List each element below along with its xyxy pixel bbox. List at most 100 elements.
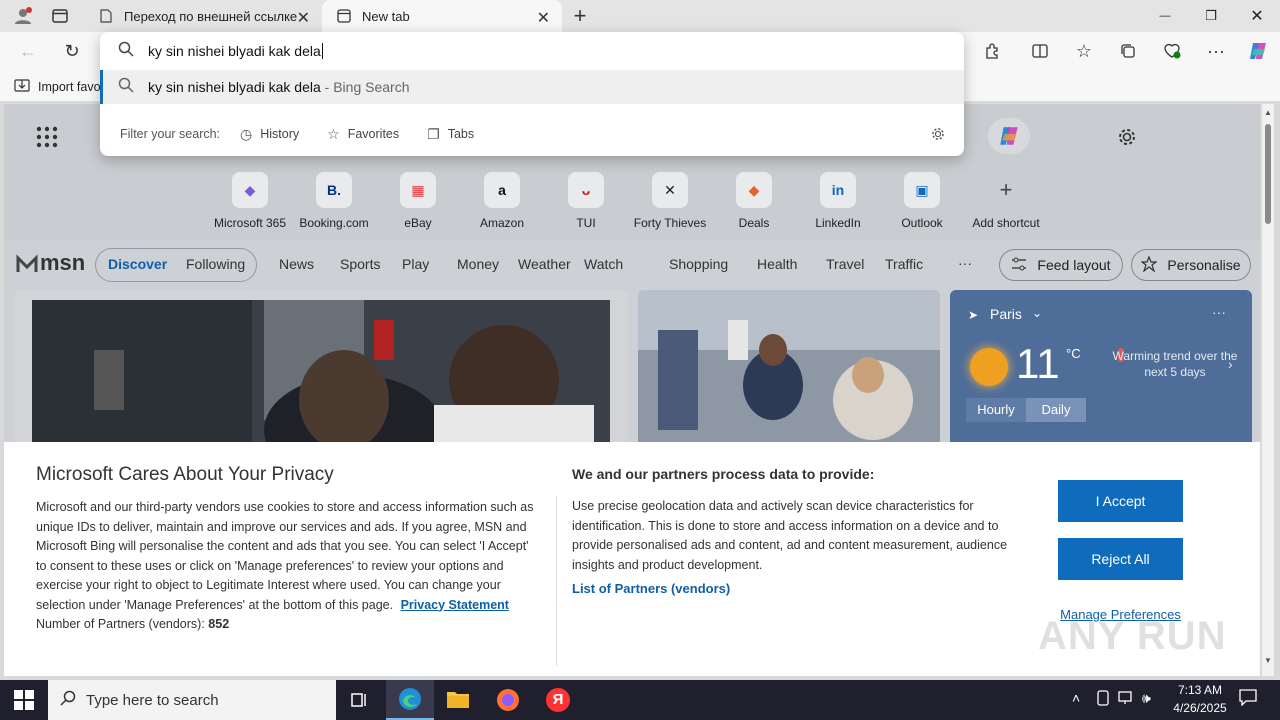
import-favorites-link[interactable]: Import favo [14, 78, 101, 95]
filter-tabs[interactable]: ❐ Tabs [427, 126, 474, 143]
msn-logo[interactable]: msn [16, 250, 85, 276]
nav-health[interactable]: Health [757, 256, 797, 272]
nav-watch[interactable]: Watch [584, 256, 623, 272]
tray-chevron-icon[interactable]: ˄ [1072, 690, 1080, 706]
weather-trend[interactable]: Warming trend over the next 5 days [1110, 348, 1240, 380]
personalise-button[interactable]: Personalise [1131, 249, 1251, 281]
copilot-icon[interactable] [1242, 35, 1274, 67]
partners-count: 852 [208, 617, 230, 631]
suggestion-text: ky sin nishei blyadi kak dela [148, 79, 321, 95]
minimize-button[interactable]: — [1142, 0, 1188, 32]
address-bar[interactable]: ky sin nishei blyadi kak dela [100, 32, 964, 70]
weather-city[interactable]: Paris [990, 306, 1022, 322]
nav-sports[interactable]: Sports [340, 256, 380, 272]
close-tab-icon[interactable]: ✕ [297, 8, 310, 28]
extensions-icon[interactable] [976, 35, 1008, 67]
profile-icon[interactable] [10, 4, 36, 28]
news-card-medium[interactable] [638, 290, 940, 450]
copilot-page-icon[interactable] [988, 118, 1030, 154]
feed-layout-button[interactable]: Feed layout [999, 249, 1123, 281]
notifications-icon[interactable] [1238, 688, 1258, 709]
close-tab-icon[interactable]: ✕ [537, 8, 550, 28]
search-suggestion[interactable]: ky sin nishei blyadi kak dela - Bing Sea… [100, 70, 964, 104]
nav-news[interactable]: News [279, 256, 314, 272]
back-icon[interactable]: ← [12, 35, 44, 67]
nav-travel[interactable]: Travel [826, 256, 864, 272]
address-input[interactable]: ky sin nishei blyadi kak dela [148, 43, 323, 59]
refresh-icon[interactable]: ↻ [56, 35, 88, 67]
tabs-icon: ❐ [427, 125, 440, 142]
browser-essentials-icon[interactable] [1156, 35, 1188, 67]
nav-play[interactable]: Play [402, 256, 429, 272]
accept-button[interactable]: I Accept [1058, 480, 1183, 522]
nav-money[interactable]: Money [457, 256, 499, 272]
start-button[interactable] [14, 690, 34, 715]
scroll-down-icon[interactable]: ▼ [1264, 656, 1272, 665]
privacy-statement-link[interactable]: Privacy Statement [401, 598, 509, 612]
shortcut-outlook[interactable]: ▣ Outlook [880, 172, 964, 232]
split-screen-icon[interactable] [1024, 35, 1056, 67]
file-explorer-icon[interactable] [446, 688, 470, 715]
new-tab-icon [336, 8, 352, 24]
news-card-large[interactable] [14, 290, 628, 450]
tray-device-icon[interactable] [1096, 690, 1110, 709]
weather-card[interactable]: ➤ Paris ⌄ ··· 11 °C Warming trend over t… [950, 290, 1252, 450]
scroll-up-icon[interactable]: ▲ [1264, 108, 1272, 117]
tab-discover[interactable]: Discover [108, 256, 167, 272]
search-settings-icon[interactable] [930, 126, 946, 145]
clock-time[interactable]: 7:13 AM [1168, 683, 1232, 697]
daily-toggle[interactable]: Daily [1026, 398, 1086, 422]
reject-all-button[interactable]: Reject All [1058, 538, 1183, 580]
nav-traffic[interactable]: Traffic [885, 256, 923, 272]
shortcut-label: Outlook [901, 216, 943, 230]
hourly-toggle[interactable]: Hourly [966, 398, 1026, 422]
shortcut-forty-thieves[interactable]: ✕ Forty Thieves [628, 172, 712, 232]
weather-more-icon[interactable]: ··· [1212, 304, 1226, 320]
shortcut-amazon[interactable]: a Amazon [460, 172, 544, 232]
tab-external-link[interactable]: Переход по внешней ссылке ✕ [84, 0, 322, 32]
shortcut-tui[interactable]: ᴗ TUI [544, 172, 628, 232]
weather-temp: 11 [1016, 340, 1060, 387]
maximize-button[interactable]: ❐ [1188, 0, 1234, 32]
shortcut-booking-com[interactable]: B. Booking.com [292, 172, 376, 232]
taskbar-search[interactable]: Type here to search [48, 680, 336, 720]
close-window-button[interactable]: ✕ [1234, 0, 1280, 32]
nav-weather[interactable]: Weather [518, 256, 571, 272]
tab-title: New tab [362, 8, 410, 24]
more-nav-icon[interactable]: ··· [958, 255, 972, 271]
nav-shopping[interactable]: Shopping [669, 256, 728, 272]
favorites-icon[interactable]: ☆ [1068, 35, 1100, 67]
partners-list-link[interactable]: List of Partners (vendors) [572, 581, 730, 596]
more-options-icon[interactable]: ··· [1200, 35, 1232, 67]
task-view-icon[interactable] [350, 690, 370, 715]
star-icon: ☆ [327, 125, 340, 142]
shortcut-microsoft-365[interactable]: ◆ Microsoft 365 [208, 172, 292, 232]
new-tab-button[interactable]: + [568, 2, 592, 30]
shortcut-ebay[interactable]: ▦ eBay [376, 172, 460, 232]
filter-history[interactable]: ◷ History [240, 126, 299, 143]
filter-history-label: History [260, 127, 300, 141]
collections-icon[interactable] [1112, 35, 1144, 67]
clock-date[interactable]: 4/26/2025 [1164, 701, 1236, 715]
yandex-browser-icon[interactable]: Я [546, 688, 570, 712]
apps-launcher-icon[interactable] [36, 126, 58, 148]
page-icon [98, 8, 114, 24]
firefox-icon[interactable] [496, 688, 520, 717]
tab-actions-icon[interactable] [48, 6, 72, 26]
sun-icon [970, 348, 1008, 386]
filter-favorites[interactable]: ☆ Favorites [327, 126, 399, 143]
filter-tabs-label: Tabs [447, 127, 475, 141]
shortcut-linkedin[interactable]: in LinkedIn [796, 172, 880, 232]
page-settings-icon[interactable] [1116, 126, 1138, 148]
volume-icon[interactable]: 🕪 [1142, 690, 1151, 707]
tab-new-tab[interactable]: New tab ✕ [322, 0, 562, 32]
page-scrollbar[interactable]: ▲ ▼ [1262, 104, 1274, 676]
chevron-right-icon[interactable]: › [1228, 356, 1233, 372]
shortcut-add-shortcut[interactable]: + Add shortcut [964, 172, 1048, 232]
location-icon: ➤ [968, 308, 979, 322]
scroll-thumb[interactable] [1265, 124, 1271, 224]
network-icon[interactable] [1118, 691, 1134, 708]
tab-following[interactable]: Following [186, 256, 245, 272]
edge-taskbar-icon[interactable] [386, 680, 434, 720]
shortcut-deals[interactable]: ◆ Deals [712, 172, 796, 232]
